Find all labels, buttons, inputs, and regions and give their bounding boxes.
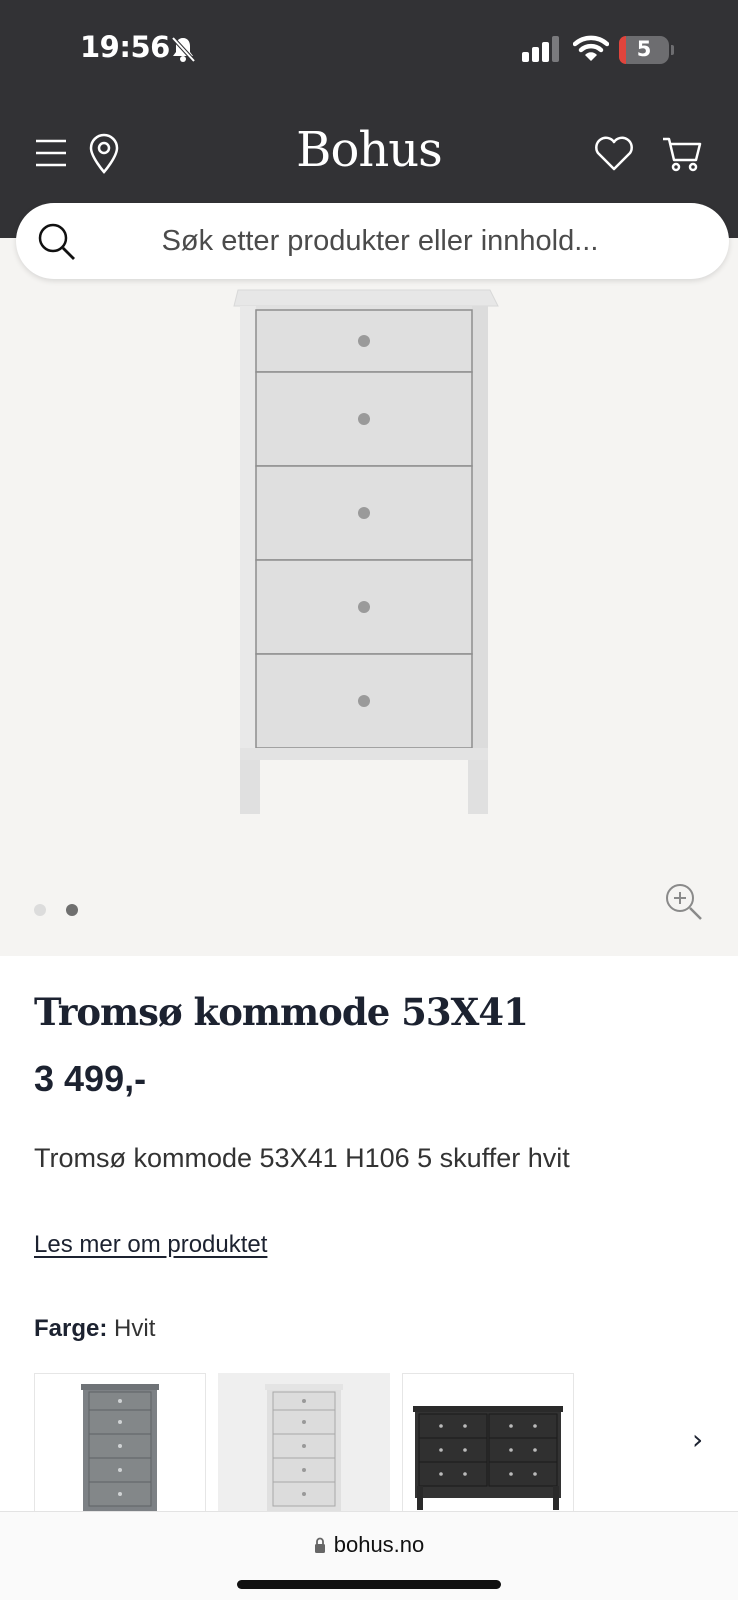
- black-dresser-thumbnail: [413, 1406, 563, 1510]
- url-text: bohus.no: [333, 1532, 425, 1557]
- color-selector-label: Farge: Hvit: [34, 1315, 155, 1343]
- next-color-button[interactable]: ›: [672, 1413, 722, 1473]
- read-more-link[interactable]: Les mer om produktet: [34, 1231, 267, 1259]
- product-image: [233, 289, 499, 814]
- product-price: 3 499,-: [34, 1058, 147, 1099]
- color-options: ›: [34, 1373, 738, 1513]
- color-value: Hvit: [114, 1315, 156, 1342]
- search-icon[interactable]: [36, 221, 78, 263]
- cart-icon[interactable]: [660, 132, 704, 176]
- main-nav: Bohus: [0, 120, 738, 190]
- cellular-signal-icon: [522, 36, 559, 62]
- product-image-gallery[interactable]: [0, 238, 738, 956]
- battery-level: 5: [636, 37, 652, 61]
- chevron-right-icon: ›: [692, 1423, 704, 1456]
- product-title: Tromsø kommode 53X41: [34, 990, 529, 1034]
- lock-icon: [314, 1537, 325, 1553]
- status-time: 19:56: [80, 30, 170, 64]
- color-option-grey[interactable]: [34, 1373, 206, 1513]
- wifi-icon: [573, 35, 609, 61]
- gallery-dot-active[interactable]: [66, 904, 78, 916]
- product-description: Tromsø kommode 53X41 H106 5 skuffer hvit: [34, 1143, 570, 1173]
- battery-icon: 5: [619, 36, 674, 64]
- home-indicator[interactable]: [237, 1580, 501, 1589]
- white-dresser-thumbnail: [265, 1384, 343, 1513]
- gallery-dot[interactable]: [34, 904, 46, 916]
- color-option-black[interactable]: [402, 1373, 574, 1513]
- color-label: Farge:: [34, 1315, 108, 1342]
- zoom-in-icon[interactable]: [664, 882, 704, 922]
- browser-url-bar[interactable]: bohus.no: [0, 1511, 738, 1600]
- search-input[interactable]: [100, 217, 660, 265]
- heart-icon[interactable]: [592, 132, 636, 176]
- gallery-pagination: [34, 904, 94, 918]
- grey-dresser-thumbnail: [81, 1384, 159, 1513]
- bell-slash-icon: [171, 36, 196, 63]
- color-option-white[interactable]: [218, 1373, 390, 1513]
- status-bar: 19:56 5: [0, 0, 738, 100]
- search-bar[interactable]: [16, 203, 729, 279]
- url-display[interactable]: bohus.no: [0, 1532, 738, 1558]
